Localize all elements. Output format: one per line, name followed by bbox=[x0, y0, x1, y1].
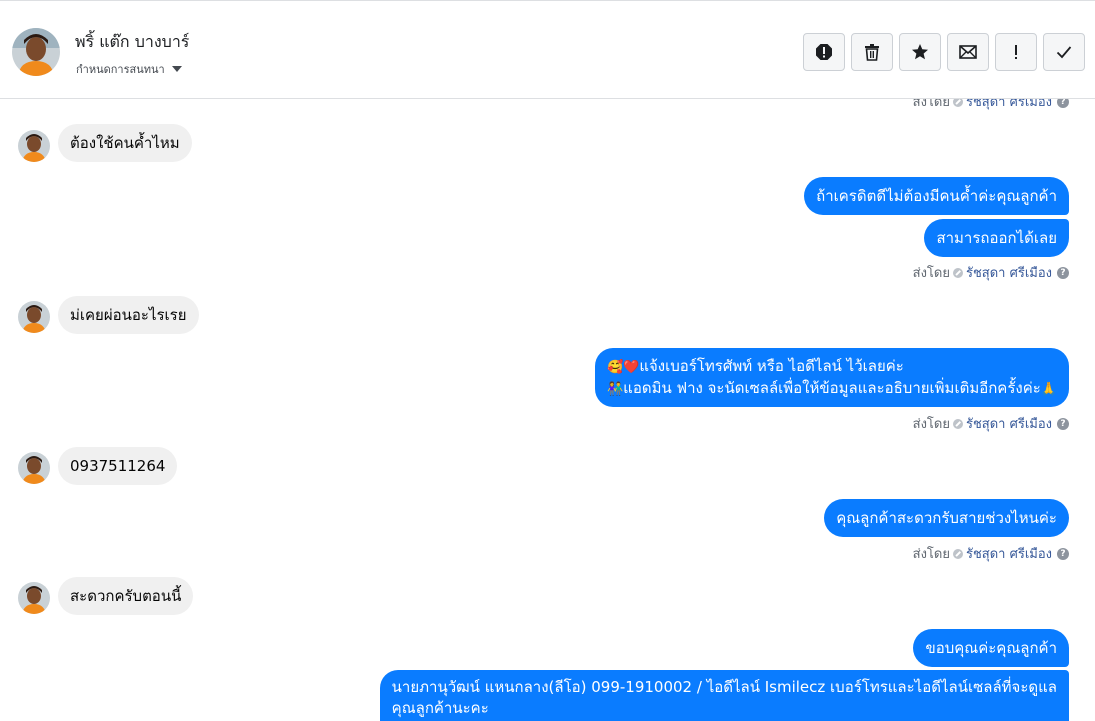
help-icon[interactable]: ? bbox=[1057, 266, 1069, 279]
outgoing-message[interactable]: ขอบคุณค่ะคุณลูกค้า bbox=[913, 629, 1069, 667]
done-button[interactable] bbox=[1043, 33, 1085, 71]
spam-button[interactable] bbox=[803, 33, 845, 71]
alert-circle-icon bbox=[816, 44, 832, 60]
conversation-header: พริ้ แต๊ก บางบาร์ กำหนดการสนทนา bbox=[0, 0, 1095, 99]
sent-by-meta: ส่งโดย รัชสุดา ศรีเมือง ? bbox=[913, 99, 1069, 112]
sent-by-prefix: ส่งโดย bbox=[912, 99, 950, 110]
help-icon[interactable]: ? bbox=[1057, 547, 1069, 560]
contact-name: พริ้ แต๊ก บางบาร์ bbox=[75, 32, 190, 51]
emoji: 🙏 bbox=[1040, 381, 1057, 397]
contact-avatar[interactable] bbox=[12, 28, 60, 76]
incoming-message[interactable]: 0937511264 bbox=[58, 447, 178, 485]
trash-icon bbox=[865, 44, 879, 61]
check-icon bbox=[1056, 46, 1072, 59]
mark-unread-button[interactable] bbox=[947, 33, 989, 71]
help-icon[interactable]: ? bbox=[1057, 417, 1069, 430]
sent-by-meta: ส่งโดย รัชสุดา ศรีเมือง ? bbox=[913, 543, 1069, 564]
incoming-message[interactable]: ต้องใช้คนค้ำไหม bbox=[58, 124, 192, 162]
verified-icon bbox=[952, 267, 963, 278]
message-text: คุณลูกค้านะคะ bbox=[391, 699, 489, 717]
delete-button[interactable] bbox=[851, 33, 893, 71]
schedule-label: กำหนดการสนทนา bbox=[76, 63, 165, 76]
header-actions bbox=[803, 33, 1085, 71]
outgoing-message[interactable]: ถ้าเครดิตดีไม่ต้องมีคนค้ำค่ะคุณลูกค้า bbox=[804, 177, 1069, 215]
message-text: แอดมิน ฟาง จะนัดเซลล์เพื่อให้ข้อมูลและอธ… bbox=[623, 378, 1041, 397]
message-text: แจ้งเบอร์โทรศัพท์ หรือ ไอดีไลน์ ไว้เลยค่… bbox=[639, 356, 904, 375]
verified-icon bbox=[952, 548, 963, 559]
conversation-schedule-dropdown[interactable]: กำหนดการสนทนา bbox=[76, 60, 182, 78]
sender-avatar[interactable] bbox=[18, 582, 50, 614]
verified-icon bbox=[952, 99, 963, 107]
outgoing-message[interactable]: คุณลูกค้าสะดวกรับสายช่วงไหนค่ะ bbox=[824, 499, 1069, 537]
sent-by-meta: ส่งโดย รัชสุดา ศรีเมือง ? bbox=[913, 262, 1069, 283]
message-line: 🥰❤️แจ้งเบอร์โทรศัพท์ หรือ ไอดีไลน์ ไว้เล… bbox=[607, 356, 904, 378]
verified-icon bbox=[952, 418, 963, 429]
sender-avatar[interactable] bbox=[18, 452, 50, 484]
sent-by-prefix: ส่งโดย bbox=[912, 417, 950, 432]
star-icon bbox=[912, 44, 928, 60]
outgoing-message[interactable]: นายภานุวัฒน์ แหนกลาง(ลีโอ) 099-1910002 /… bbox=[379, 670, 1069, 721]
agent-name-link[interactable]: รัชสุดา ศรีเมือง bbox=[966, 543, 1052, 564]
inbox-conversation: พริ้ แต๊ก บางบาร์ กำหนดการสนทนา ส่งโดย ร… bbox=[0, 0, 1095, 721]
envelope-icon bbox=[959, 45, 977, 59]
agent-name-link[interactable]: รัชสุดา ศรีเมือง bbox=[966, 413, 1052, 434]
caret-down-icon bbox=[171, 66, 182, 72]
star-button[interactable] bbox=[899, 33, 941, 71]
emoji: 🥰 bbox=[606, 359, 624, 375]
message-text: นายภานุวัฒน์ แหนกลาง(ลีโอ) 099-1910002 /… bbox=[391, 678, 1057, 696]
exclamation-icon bbox=[1015, 45, 1017, 59]
emoji: 👫 bbox=[606, 381, 624, 397]
agent-name-link[interactable]: รัชสุดา ศรีเมือง bbox=[966, 99, 1052, 112]
sent-by-meta: ส่งโดย รัชสุดา ศรีเมือง ? bbox=[913, 413, 1069, 434]
sender-avatar[interactable] bbox=[18, 130, 50, 162]
outgoing-message[interactable]: สามารถออกได้เลย bbox=[924, 219, 1069, 257]
important-button[interactable] bbox=[995, 33, 1037, 71]
help-icon[interactable]: ? bbox=[1057, 99, 1069, 108]
agent-name-link[interactable]: รัชสุดา ศรีเมือง bbox=[966, 262, 1052, 283]
sent-by-prefix: ส่งโดย bbox=[912, 547, 950, 562]
sender-avatar[interactable] bbox=[18, 301, 50, 333]
incoming-message[interactable]: สะดวกครับตอนนี้ bbox=[58, 577, 194, 615]
emoji: ❤️ bbox=[623, 359, 640, 375]
outgoing-message[interactable]: 🥰❤️แจ้งเบอร์โทรศัพท์ หรือ ไอดีไลน์ ไว้เล… bbox=[594, 348, 1069, 407]
sent-by-prefix: ส่งโดย bbox=[912, 266, 950, 281]
message-thread: ส่งโดย รัชสุดา ศรีเมือง ? ต้องใช้คนค้ำไห… bbox=[0, 99, 1095, 721]
message-line: 👫แอดมิน ฟาง จะนัดเซลล์เพื่อให้ข้อมูลและอ… bbox=[607, 378, 1057, 400]
incoming-message[interactable]: ม่เคยผ่อนอะไรเรย bbox=[58, 296, 199, 334]
